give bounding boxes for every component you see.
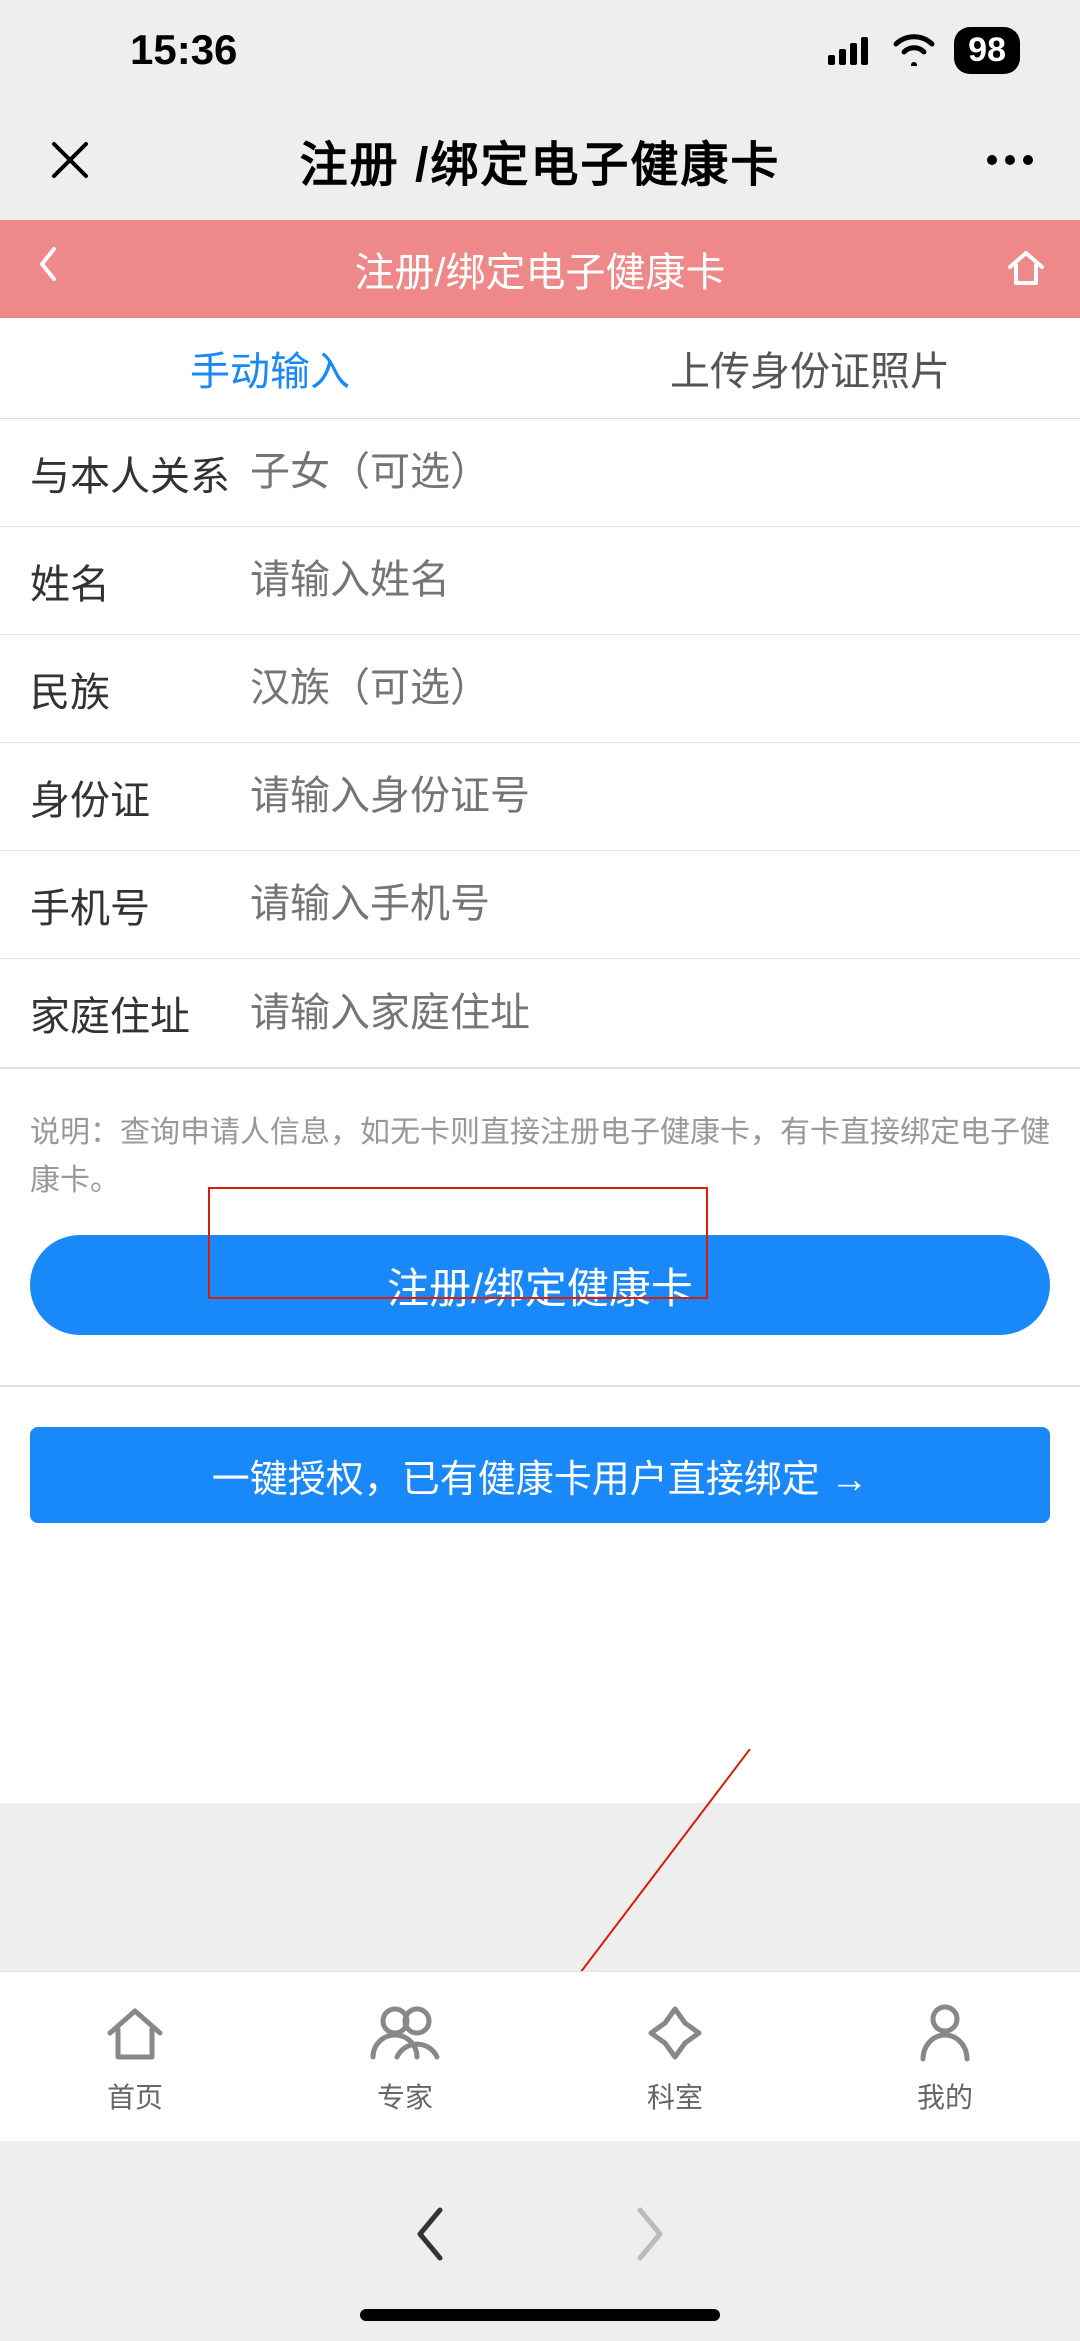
nav-home-label: 首页 xyxy=(107,2076,163,2116)
label-idcard: 身份证 xyxy=(30,768,250,826)
person-icon xyxy=(917,1998,973,2068)
nav-mine[interactable]: 我的 xyxy=(810,1972,1080,2141)
nav-expert-label: 专家 xyxy=(377,2076,433,2116)
more-button[interactable] xyxy=(980,155,1040,165)
page-title: 注册 /绑定电子健康卡 xyxy=(300,125,781,195)
sys-forward[interactable] xyxy=(630,2202,670,2281)
wifi-icon xyxy=(892,34,936,66)
status-bar: 15:36 98 xyxy=(0,0,1080,100)
status-time: 15:36 xyxy=(130,26,237,74)
close-button[interactable] xyxy=(40,128,100,193)
auth-button[interactable]: 一键授权，已有健康卡用户直接绑定 → xyxy=(30,1427,1050,1523)
nav-dept-label: 科室 xyxy=(647,2076,703,2116)
input-name[interactable] xyxy=(250,558,1050,603)
input-relation[interactable] xyxy=(250,450,1050,495)
home-indicator[interactable] xyxy=(360,2309,720,2321)
sys-back[interactable] xyxy=(410,2202,450,2281)
bottom-nav: 首页 专家 科室 xyxy=(0,1971,1080,2141)
tab-manual-label: 手动输入 xyxy=(190,339,350,397)
auth-button-label: 一键授权，已有健康卡用户直接绑定 → xyxy=(212,1448,869,1503)
row-ethnic[interactable]: 民族 xyxy=(0,635,1080,743)
tab-upload[interactable]: 上传身份证照片 xyxy=(540,318,1080,418)
input-address[interactable] xyxy=(250,991,1050,1036)
label-relation: 与本人关系 xyxy=(30,444,250,502)
row-address: 家庭住址 xyxy=(0,959,1080,1067)
input-ethnic[interactable] xyxy=(250,666,1050,711)
tab-manual[interactable]: 手动输入 xyxy=(0,318,540,418)
input-idcard[interactable] xyxy=(250,774,1050,819)
home-icon xyxy=(102,1998,168,2068)
signal-icon xyxy=(828,35,874,65)
row-name: 姓名 xyxy=(0,527,1080,635)
app-header: 注册/绑定电子健康卡 xyxy=(0,220,1080,318)
label-address: 家庭住址 xyxy=(30,984,250,1042)
label-phone: 手机号 xyxy=(30,876,250,934)
status-indicators: 98 xyxy=(828,27,1020,74)
nav-expert[interactable]: 专家 xyxy=(270,1972,540,2141)
people-icon xyxy=(367,1998,443,2068)
home-button[interactable] xyxy=(1004,245,1044,294)
nav-mine-label: 我的 xyxy=(917,2076,973,2116)
battery-badge: 98 xyxy=(954,27,1020,74)
app-header-title: 注册/绑定电子健康卡 xyxy=(354,240,725,298)
row-relation[interactable]: 与本人关系 xyxy=(0,419,1080,527)
tabs: 手动输入 上传身份证照片 xyxy=(0,318,1080,418)
nav-home[interactable]: 首页 xyxy=(0,1972,270,2141)
annotation-box xyxy=(208,1187,708,1299)
plus-diamond-icon xyxy=(645,1998,705,2068)
row-phone: 手机号 xyxy=(0,851,1080,959)
section-auth: 一键授权，已有健康卡用户直接绑定 → xyxy=(0,1387,1080,1803)
system-nav xyxy=(0,2141,1080,2341)
input-phone[interactable] xyxy=(250,882,1050,927)
label-name: 姓名 xyxy=(30,552,250,610)
tab-upload-label: 上传身份证照片 xyxy=(670,339,950,397)
label-ethnic: 民族 xyxy=(30,660,250,718)
form: 与本人关系 姓名 民族 身份证 手机号 家庭住址 xyxy=(0,419,1080,1067)
top-nav: 注册 /绑定电子健康卡 xyxy=(0,100,1080,220)
row-idcard: 身份证 xyxy=(0,743,1080,851)
back-button[interactable] xyxy=(36,244,76,294)
nav-dept[interactable]: 科室 xyxy=(540,1972,810,2141)
